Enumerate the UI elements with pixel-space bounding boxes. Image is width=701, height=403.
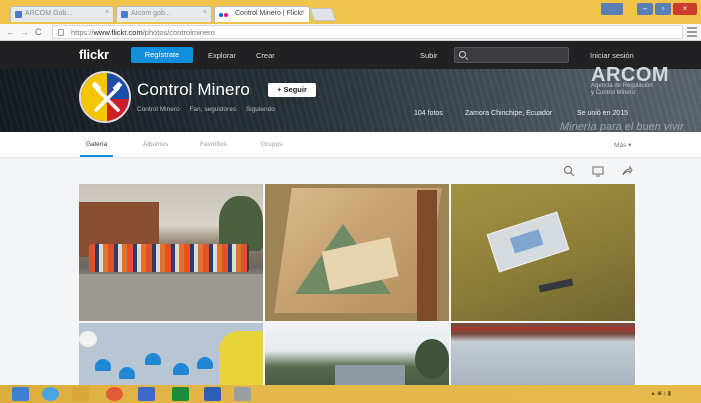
maximize-icon[interactable]: ▫	[655, 3, 671, 15]
tab-albums[interactable]: Álbumes	[143, 141, 168, 148]
tab-favorites[interactable]: Favoritos	[200, 141, 227, 148]
photo-thumbnail-model[interactable]	[265, 184, 449, 321]
back-arrow-icon[interactable]: ←	[6, 27, 15, 37]
nav-create[interactable]: Crear	[256, 51, 275, 60]
photo-thumbnail-model-2[interactable]	[451, 184, 635, 321]
photo-thumbnail-rocks[interactable]	[451, 323, 635, 385]
cover-org-subtitle: Agencia de Regulación y Control Minero	[591, 83, 681, 97]
internet-explorer-icon[interactable]	[42, 387, 59, 401]
browser-tab-active[interactable]: Control Minero | Flickr ×	[214, 6, 310, 22]
flickr-logo[interactable]: flickr	[79, 47, 109, 62]
follow-button[interactable]: + Seguir	[268, 83, 316, 97]
browser-tab-2[interactable]: Arcom gob... ×	[116, 6, 212, 22]
chrome-icon[interactable]	[106, 387, 123, 401]
app-icon[interactable]	[138, 387, 155, 401]
reload-icon[interactable]: C	[35, 27, 42, 37]
photo-count: 104 fotos	[414, 110, 443, 117]
flickr-favicon-icon	[224, 13, 228, 17]
url-path: /photos/controlminero	[142, 28, 215, 37]
tab-label: ARCOM Gob...	[25, 10, 73, 17]
profile-subnav: Galería Álbumes Favoritos Grupos Más ▾	[0, 132, 701, 158]
close-tab-icon[interactable]: ×	[301, 9, 305, 16]
favicon-icon	[15, 11, 22, 18]
browser-menu-icon[interactable]	[687, 27, 697, 37]
tab-groups[interactable]: Grupos	[261, 141, 282, 148]
search-photos-icon[interactable]	[563, 165, 575, 177]
nav-upload[interactable]: Subir	[420, 51, 438, 60]
more-label: Más	[614, 142, 627, 149]
tab-label: Arcom gob...	[131, 10, 171, 17]
browser-tab-bar: ARCOM Gob... × Arcom gob... × Control Mi…	[0, 0, 701, 24]
profile-followers-link[interactable]: Fan, seguidores	[189, 106, 236, 113]
word-icon[interactable]	[204, 387, 221, 401]
profile-following-link[interactable]: Siguiendo	[246, 106, 275, 113]
close-window-icon[interactable]: ×	[673, 3, 697, 15]
windows-taskbar: ▲ ◙ ♪ ▮	[0, 385, 701, 403]
slideshow-icon[interactable]	[592, 165, 604, 177]
photo-thumbnail-helmets[interactable]	[79, 323, 263, 385]
address-bar[interactable]: https://www.flickr.com/photos/controlmin…	[52, 25, 683, 39]
more-menu[interactable]: Más ▾	[614, 141, 631, 149]
close-tab-icon[interactable]: ×	[105, 9, 109, 16]
nav-explore[interactable]: Explorar	[208, 51, 236, 60]
excel-icon[interactable]	[172, 387, 189, 401]
profile-subline: Control Minero Fan, seguidores Siguiendo	[137, 106, 283, 113]
register-button[interactable]: Regístrate	[131, 47, 193, 63]
browser-tab-1[interactable]: ARCOM Gob... ×	[10, 6, 114, 22]
url-host: www.flickr.com	[93, 28, 143, 37]
profile-username: Control Minero	[137, 106, 180, 113]
photo-thumbnail-group[interactable]	[79, 184, 263, 321]
browser-toolbar: ← → C https://www.flickr.com/photos/cont…	[0, 24, 701, 41]
minimize-icon[interactable]: –	[637, 3, 653, 15]
tab-label: Control Minero | Flickr	[235, 10, 304, 17]
photo-thumbnail-landscape[interactable]	[265, 323, 449, 385]
system-tray-icons[interactable]: ▲ ◙ ♪ ▮	[650, 390, 671, 397]
user-profile-icon[interactable]	[601, 3, 623, 15]
profile-name: Control Minero	[137, 80, 250, 99]
windows-start-icon[interactable]	[12, 387, 29, 401]
forward-arrow-icon[interactable]: →	[20, 27, 29, 37]
profile-location: Zamora Chinchipe, Ecuador	[465, 110, 553, 117]
app-icon-2[interactable]	[234, 387, 251, 401]
search-icon	[459, 51, 466, 58]
new-tab-button[interactable]	[309, 8, 337, 21]
tab-gallery[interactable]: Galería	[79, 141, 114, 157]
cover-org-subtitle-line-2: y Control Minero	[591, 90, 636, 96]
file-explorer-icon[interactable]	[72, 387, 89, 401]
url-scheme: https://	[71, 28, 94, 37]
window-controls: – ▫ ×	[601, 3, 697, 15]
share-icon[interactable]	[621, 165, 633, 177]
page-info-icon[interactable]	[58, 29, 64, 36]
crossed-tools-icon	[91, 81, 123, 112]
login-link[interactable]: Iniciar sesión	[590, 51, 634, 60]
close-tab-icon[interactable]: ×	[203, 9, 207, 16]
favicon-icon	[121, 11, 128, 18]
search-input[interactable]	[454, 47, 569, 63]
cover-org-subtitle-line-1: Agencia de Regulación	[591, 83, 653, 89]
avatar[interactable]	[79, 71, 131, 123]
profile-joined: Se unió en 2015	[577, 110, 628, 117]
